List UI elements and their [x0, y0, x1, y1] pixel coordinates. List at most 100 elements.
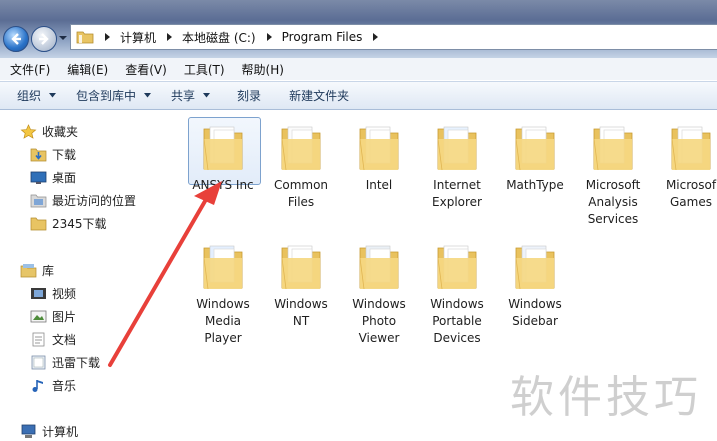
address-bar-region: 计算机 本地磁盘 (C:) Program Files [0, 0, 717, 58]
new-folder-button[interactable]: 新建文件夹 [289, 87, 349, 104]
chevron-right-icon[interactable] [265, 32, 275, 42]
folder-label: Microsoft Analysis Services [574, 177, 652, 228]
folder-label: Windows Photo Viewer [340, 296, 418, 347]
navigation-pane: 收藏夹 下载 桌面 最近访问的位置 2345下载 库 视频 图片 文档 迅雷下载… [0, 111, 176, 441]
menu-bar: 文件(F) 编辑(E) 查看(V) 工具(T) 帮助(H) [0, 58, 717, 80]
library-icon [20, 264, 37, 278]
video-library-icon [31, 288, 46, 299]
burn-button[interactable]: 刻录 [237, 87, 261, 104]
forward-button[interactable] [31, 26, 57, 52]
nav-item-label: 最近访问的位置 [52, 194, 137, 208]
nav-favorites-label: 收藏夹 [42, 125, 79, 139]
folder-label-line: Windows [430, 297, 484, 311]
menu-edit[interactable]: 编辑(E) [67, 61, 108, 78]
recent-places-icon [30, 194, 47, 208]
pictures-library-icon [30, 310, 47, 323]
folder-label-line: Intel [365, 178, 393, 192]
star-icon [20, 124, 37, 139]
folder-item[interactable]: Microsoft Analysis Services [574, 117, 652, 233]
folder-icon [430, 123, 484, 175]
folder-label: Common Files [262, 177, 340, 211]
nav-item-desktop[interactable]: 桌面 [30, 169, 76, 186]
arrow-left-icon [11, 33, 21, 45]
address-input[interactable]: 计算机 本地磁盘 (C:) Program Files [70, 24, 717, 50]
nav-item-recent-places[interactable]: 最近访问的位置 [30, 192, 136, 209]
desktop-icon [30, 171, 47, 184]
folder-icon [352, 242, 406, 294]
nav-item-label: 文档 [52, 333, 77, 347]
organize-button[interactable]: 组织 [17, 87, 57, 104]
folder-label-line: Microsoft [585, 178, 641, 192]
new-folder-label: 新建文件夹 [289, 89, 350, 103]
folder-label-line: NT [292, 314, 310, 328]
folder-label-line: Portable [432, 314, 482, 328]
folder-icon [352, 123, 406, 175]
nav-item-download[interactable]: 下载 [30, 146, 76, 163]
folder-label-line: ANSYS Inc [192, 178, 254, 192]
back-button[interactable] [3, 26, 29, 52]
folder-item[interactable]: Internet Explorer [418, 117, 496, 233]
folder-item[interactable]: Windows Media Player [184, 236, 262, 352]
folder-label-line: Windows [274, 297, 328, 311]
chevron-down-icon [203, 93, 211, 98]
nav-item-xunlei-download[interactable]: 迅雷下载 [30, 354, 100, 371]
folder-label: Windows Portable Devices [418, 296, 496, 347]
nav-favorites-header[interactable]: 收藏夹 [20, 123, 78, 140]
documents-library-icon [32, 332, 45, 347]
burn-label: 刻录 [237, 89, 262, 103]
folder-icon [430, 242, 484, 294]
folder-item[interactable]: Windows Photo Viewer [340, 236, 418, 352]
folder-item[interactable]: ANSYS Inc [184, 117, 262, 233]
breadcrumb-program-files[interactable]: Program Files [282, 30, 363, 44]
nav-item-music[interactable]: 音乐 [30, 377, 76, 394]
menu-help[interactable]: 帮助(H) [242, 61, 284, 78]
xunlei-download-icon [31, 355, 46, 370]
folder-label: Windows Media Player [184, 296, 262, 347]
nav-libraries-header[interactable]: 库 [20, 262, 54, 279]
folder-icon [274, 123, 328, 175]
breadcrumb-local-disk[interactable]: 本地磁盘 (C:) [182, 29, 256, 46]
menu-tools[interactable]: 工具(T) [184, 61, 225, 78]
folder-label-line: Files [287, 195, 315, 209]
folder-item[interactable]: Windows Sidebar [496, 236, 574, 352]
folder-item[interactable]: Windows NT [262, 236, 340, 352]
nav-item-documents[interactable]: 文档 [30, 331, 76, 348]
folder-label-line: Explorer [432, 195, 482, 209]
chevron-down-icon [49, 93, 57, 98]
nav-computer-header[interactable]: 计算机 [20, 423, 78, 440]
folder-label-line: Windows [508, 297, 562, 311]
folder-item[interactable]: Microsof Games [652, 117, 717, 233]
folder-item[interactable]: MathType [496, 117, 574, 233]
nav-item-label: 迅雷下载 [52, 356, 101, 370]
nav-item-2345-download[interactable]: 2345下载 [30, 215, 107, 232]
recent-pages-dropdown-icon[interactable] [58, 31, 68, 45]
include-in-library-button[interactable]: 包含到库中 [76, 87, 152, 104]
folder-label-line: Services [587, 212, 639, 226]
folder-label-line: Viewer [358, 331, 400, 345]
folder-icon [196, 123, 250, 175]
nav-item-label: 桌面 [52, 171, 77, 185]
nav-item-label: 2345下载 [52, 217, 107, 231]
folder-label: Microsof Games [652, 177, 717, 211]
folder-label: Windows NT [262, 296, 340, 330]
folder-item[interactable]: Intel [340, 117, 418, 233]
nav-item-videos[interactable]: 视频 [30, 285, 76, 302]
menu-view[interactable]: 查看(V) [125, 61, 167, 78]
folder-label-line: MathType [506, 178, 564, 192]
folder-icon [274, 242, 328, 294]
breadcrumb-computer[interactable]: 计算机 [120, 29, 156, 46]
arrow-right-icon [39, 33, 49, 45]
folder-item[interactable]: Windows Portable Devices [418, 236, 496, 352]
nav-item-pictures[interactable]: 图片 [30, 308, 76, 325]
include-in-library-label: 包含到库中 [76, 89, 137, 103]
chevron-right-icon[interactable] [103, 32, 113, 42]
menu-file[interactable]: 文件(F) [10, 61, 50, 78]
watermark-text: 软件技巧 [510, 372, 702, 423]
folder-item[interactable]: Common Files [262, 117, 340, 233]
share-button[interactable]: 共享 [171, 87, 211, 104]
folder-label-line: Internet [433, 178, 481, 192]
chevron-right-icon[interactable] [165, 32, 175, 42]
folder-label-line: Player [204, 331, 242, 345]
chevron-right-icon[interactable] [371, 32, 381, 42]
folder-icon [196, 242, 250, 294]
